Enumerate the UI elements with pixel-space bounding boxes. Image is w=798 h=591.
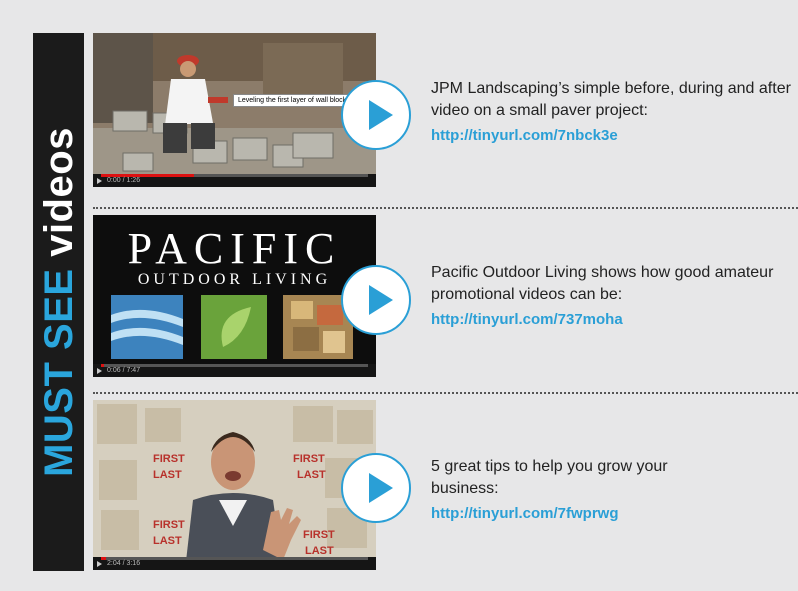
video-2-link[interactable]: http://tinyurl.com/737moha bbox=[431, 309, 791, 331]
svg-text:LAST: LAST bbox=[297, 469, 326, 481]
svg-text:LAST: LAST bbox=[153, 535, 182, 547]
divider-1 bbox=[93, 207, 798, 209]
video-1-time: 0:00 / 1:26 bbox=[107, 177, 141, 184]
video-3-link[interactable]: http://tinyurl.com/7fwprwg bbox=[431, 503, 691, 525]
must-see-videos-banner: MUST SEE videos bbox=[33, 33, 84, 571]
svg-text:FIRST: FIRST bbox=[153, 519, 185, 531]
video-3-progress-bar[interactable] bbox=[101, 557, 368, 560]
video-1-controls[interactable]: 0:00 / 1:26 bbox=[93, 174, 376, 187]
video-2-progress-bar[interactable] bbox=[101, 364, 368, 367]
svg-text:FIRST: FIRST bbox=[303, 529, 335, 541]
video-3-progress-fill bbox=[101, 557, 107, 560]
video-thumbnail-1[interactable]: Leveling the first layer of wall blocks … bbox=[93, 33, 376, 187]
video-1-description-block: JPM Landscaping’s simple before, during … bbox=[431, 78, 791, 147]
video-2-progress-fill bbox=[101, 364, 104, 367]
pacific-tiles-image bbox=[111, 295, 353, 359]
svg-text:FIRST: FIRST bbox=[293, 453, 325, 465]
video-3-play-icon[interactable] bbox=[97, 561, 102, 567]
video-2-time: 0:06 / 7:47 bbox=[107, 367, 141, 374]
play-icon bbox=[369, 100, 393, 130]
video-3-play-button[interactable] bbox=[341, 453, 411, 523]
svg-text:LAST: LAST bbox=[153, 469, 182, 481]
video-1-caption: Leveling the first layer of wall blocks bbox=[233, 94, 355, 107]
video-3-description-block: 5 great tips to help you grow your busin… bbox=[431, 456, 691, 525]
video-1-play-icon[interactable] bbox=[97, 178, 102, 184]
video-thumbnail-2[interactable]: PACIFIC OUTDOOR LIVING 0:06 / 7:47 bbox=[93, 215, 376, 377]
video-2-play-icon[interactable] bbox=[97, 368, 102, 374]
banner-word-see: SEE bbox=[36, 268, 81, 350]
video-3-description: 5 great tips to help you grow your busin… bbox=[431, 458, 668, 497]
banner-word-videos: videos bbox=[36, 127, 81, 257]
video-3-time: 2:04 / 3:16 bbox=[107, 560, 141, 567]
landscaping-scene-image bbox=[93, 33, 376, 187]
divider-2 bbox=[93, 392, 798, 394]
banner-word-must: MUST bbox=[36, 361, 81, 477]
presenter-scene-image: FIRST LAST FIRST LAST FIRST LAST FIRST L… bbox=[93, 400, 376, 570]
video-thumbnail-3[interactable]: FIRST LAST FIRST LAST FIRST LAST FIRST L… bbox=[93, 400, 376, 570]
video-2-play-button[interactable] bbox=[341, 265, 411, 335]
video-1-play-button[interactable] bbox=[341, 80, 411, 150]
video-2-description-block: Pacific Outdoor Living shows how good am… bbox=[431, 262, 791, 331]
play-icon bbox=[369, 473, 393, 503]
play-icon bbox=[369, 285, 393, 315]
svg-text:LAST: LAST bbox=[305, 545, 334, 557]
video-1-progress-bar[interactable] bbox=[101, 174, 368, 177]
video-1-link[interactable]: http://tinyurl.com/7nbck3e bbox=[431, 125, 791, 147]
video-3-controls[interactable]: 2:04 / 3:16 bbox=[93, 557, 376, 570]
svg-text:FIRST: FIRST bbox=[153, 453, 185, 465]
video-2-controls[interactable]: 0:06 / 7:47 bbox=[93, 364, 376, 377]
banner-heading: MUST SEE videos bbox=[36, 127, 81, 477]
video-2-description: Pacific Outdoor Living shows how good am… bbox=[431, 264, 774, 303]
video-1-description: JPM Landscaping’s simple before, during … bbox=[431, 80, 791, 119]
